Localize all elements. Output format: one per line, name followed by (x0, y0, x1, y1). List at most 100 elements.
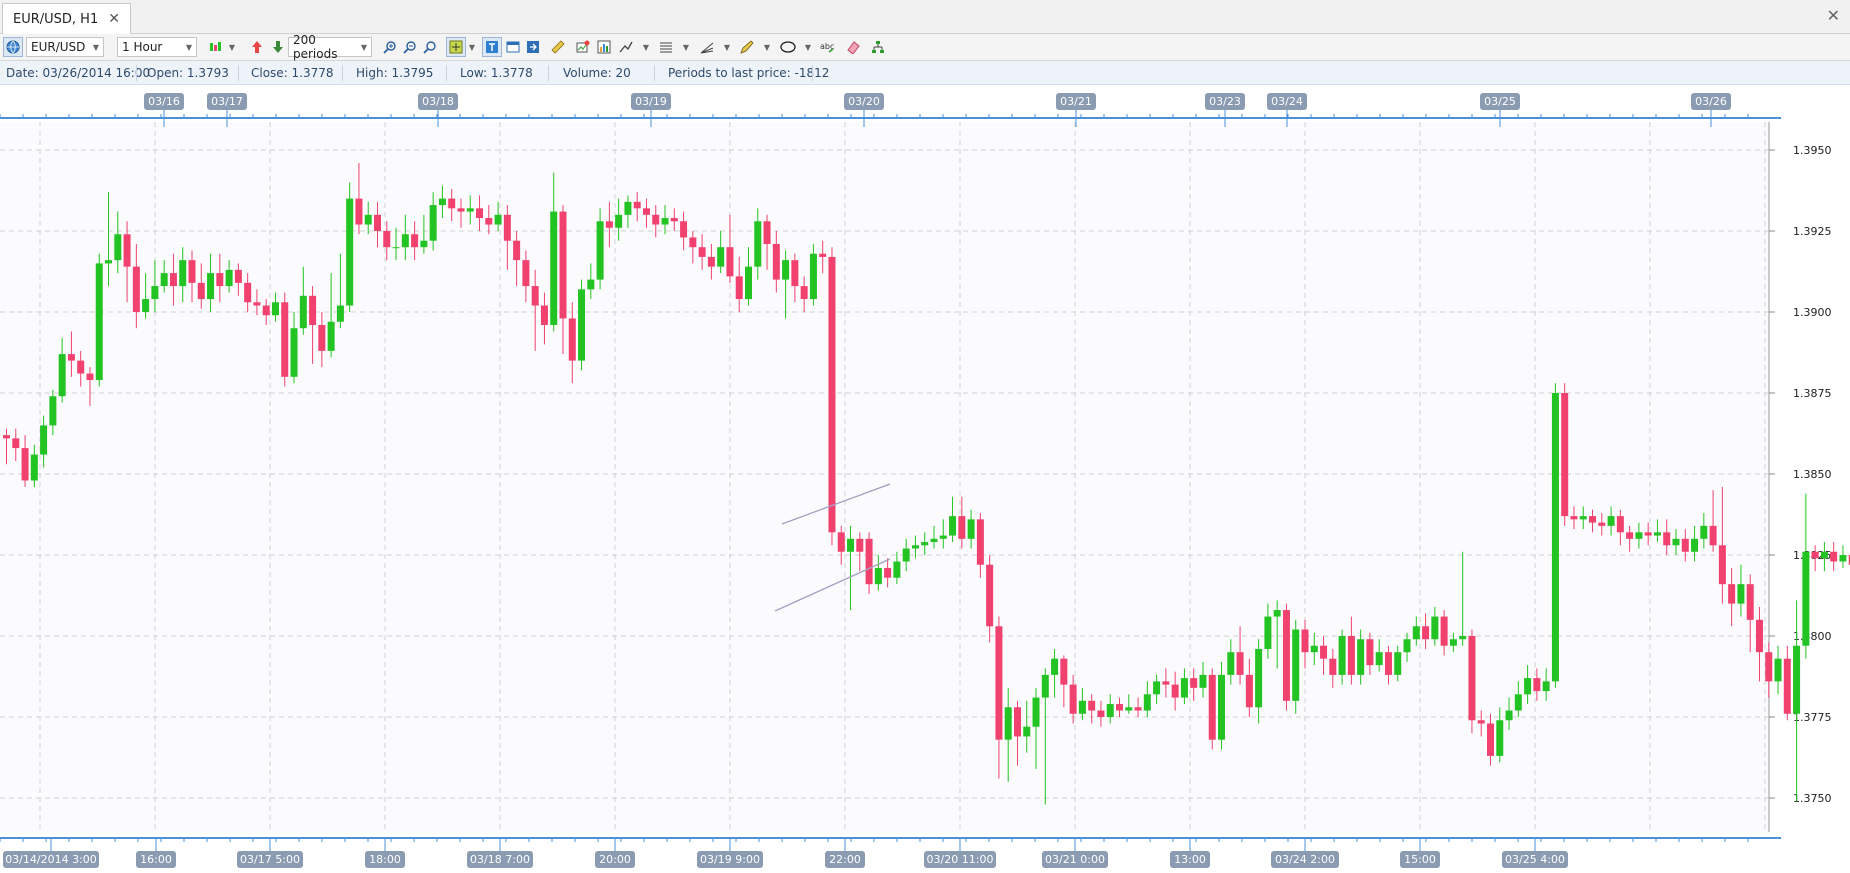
price-info-bar: Date: 03/26/2014 16:00 Open: 1.3793 Clos… (0, 61, 1850, 85)
lines-dropdown-icon[interactable]: ▼ (681, 37, 691, 57)
candle-body (318, 324, 326, 351)
shift-chart-icon[interactable] (523, 37, 543, 57)
candle-body (1542, 681, 1550, 692)
y-axis-label: 1.3850 (1793, 468, 1832, 481)
bottom-time-label: 03/24 2:00 (1275, 853, 1335, 866)
ellipse-icon[interactable] (778, 37, 798, 57)
tab-close-icon[interactable]: ✕ (108, 11, 120, 27)
candle-body (958, 516, 966, 539)
window-close-icon[interactable]: ✕ (1827, 6, 1840, 25)
candle-body (1384, 652, 1392, 675)
drawing-tools-icon[interactable] (616, 37, 636, 57)
candle-body (967, 519, 975, 539)
candle-body (1718, 545, 1726, 585)
info-divider (136, 65, 137, 81)
indicators-icon[interactable] (594, 37, 614, 57)
top-date-label: 03/23 (1209, 95, 1241, 108)
candle-body (670, 218, 678, 222)
buy-icon[interactable] (247, 37, 267, 57)
periods-select[interactable]: 200 periods ▼ (288, 33, 372, 61)
candle-body (1162, 681, 1170, 685)
periods-select-value: 200 periods (293, 33, 338, 61)
chart-type-dropdown-icon[interactable]: ▼ (227, 37, 237, 57)
candle-body (874, 567, 882, 585)
candle-body (364, 214, 372, 225)
candle-body (1422, 626, 1430, 640)
instrument-select[interactable]: EUR/USD ▼ (26, 37, 104, 57)
add-indicator-icon[interactable] (573, 37, 593, 57)
eraser-icon[interactable] (843, 37, 863, 57)
text-tool-icon[interactable]: abc (818, 37, 838, 57)
candlestick-chart[interactable]: 1.39501.39251.39001.38751.38501.38251.38… (0, 85, 1850, 873)
candle-body (652, 214, 660, 225)
candle-body (40, 425, 48, 455)
chart-type-icon[interactable] (205, 37, 225, 57)
drawing-tools-dropdown-icon[interactable]: ▼ (641, 37, 651, 57)
ellipse-dropdown-icon[interactable]: ▼ (803, 37, 813, 57)
fan-dropdown-icon[interactable]: ▼ (722, 37, 732, 57)
candle-body (1032, 697, 1040, 727)
info-divider (342, 65, 343, 81)
candle-body (151, 286, 159, 300)
candle-body (828, 256, 836, 533)
candle-body (809, 253, 817, 300)
bottom-time-label: 03/20 11:00 (927, 853, 994, 866)
ruler-icon[interactable] (548, 37, 568, 57)
window-icon[interactable] (503, 37, 523, 57)
candle-body (1774, 658, 1782, 682)
candle-body (949, 516, 957, 536)
candle-body (281, 302, 289, 377)
info-open: Open: 1.3793 (147, 66, 229, 80)
candle-body (624, 201, 632, 215)
candle-body (1561, 393, 1569, 517)
pencil-icon[interactable] (737, 37, 757, 57)
candle-body (374, 214, 381, 231)
sell-icon[interactable] (268, 37, 288, 57)
bottom-time-label: 15:00 (1404, 853, 1436, 866)
candle-body (216, 273, 224, 287)
candle-body (114, 234, 122, 261)
candle-body (633, 201, 641, 209)
chart-tab[interactable]: EUR/USD, H1 ✕ (2, 3, 131, 34)
candle-body (503, 214, 511, 241)
hierarchy-icon[interactable] (868, 37, 888, 57)
zoom-fit-icon[interactable] (420, 37, 440, 57)
candle-body (1635, 532, 1643, 539)
candle-body (1320, 645, 1328, 659)
candle-body (105, 260, 113, 264)
candle-body (819, 253, 827, 257)
info-divider (548, 65, 549, 81)
candle-body (1051, 658, 1059, 675)
lines-icon[interactable] (656, 37, 676, 57)
globe-icon[interactable] (3, 37, 23, 57)
fan-icon[interactable] (697, 37, 717, 57)
candle-body (1681, 538, 1689, 552)
top-date-label: 03/24 (1271, 95, 1303, 108)
pencil-dropdown-icon[interactable]: ▼ (762, 37, 772, 57)
bottom-time-label: 13:00 (1174, 853, 1206, 866)
candle-body (401, 234, 409, 248)
candle-body (411, 234, 419, 248)
chart-toolbar: EUR/USD ▼ 1 Hour ▼ ▼ 200 periods ▼ ▼ ▼ ▼… (0, 33, 1850, 61)
candle-body (95, 263, 103, 381)
candle-body (346, 198, 354, 306)
candle-body (142, 299, 150, 312)
candle-body (1431, 616, 1439, 640)
tab-strip: EUR/USD, H1 ✕ ✕ (0, 0, 1850, 34)
candle-body (1245, 674, 1253, 708)
crosshair-dropdown-icon[interactable]: ▼ (467, 37, 477, 57)
info-divider (654, 65, 655, 81)
y-axis-label: 1.3875 (1793, 387, 1832, 400)
candle-body (1839, 555, 1847, 562)
data-box-icon[interactable] (482, 37, 502, 57)
candle-body (1208, 674, 1216, 740)
top-date-label: 03/21 (1060, 95, 1092, 108)
timeframe-select[interactable]: 1 Hour ▼ (117, 37, 197, 57)
candle-body (1487, 723, 1494, 756)
crosshair-icon[interactable] (446, 37, 466, 57)
candle-body (930, 538, 938, 543)
zoom-in-icon[interactable] (380, 37, 400, 57)
zoom-out-icon[interactable] (400, 37, 420, 57)
candle-body (1598, 522, 1606, 526)
info-date: Date: 03/26/2014 16:00 (6, 66, 151, 80)
